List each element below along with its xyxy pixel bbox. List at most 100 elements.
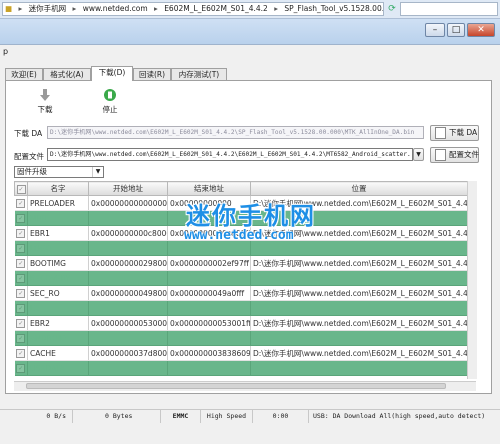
table-row[interactable]: ✓BOOTIMG0x00000000029800000x0000000002ef… (14, 255, 468, 271)
scatter-button[interactable]: 配置文件 (430, 147, 479, 163)
row-location[interactable]: D:\迷你手机网\www.netded.com\E602M_L_E602M_S0… (250, 285, 468, 301)
row-location[interactable]: D:\迷你手机网\www.netded.com\E602M_L_E602M_S0… (250, 315, 468, 331)
breadcrumb-item[interactable]: SP_Flash_Tool_v5.1528.00.000 (282, 4, 383, 13)
tab-download[interactable]: 下载(D) (91, 66, 133, 81)
header-start-address[interactable]: 开始地址 (88, 181, 168, 196)
row-location[interactable] (250, 270, 468, 286)
scrollbar-thumb[interactable] (26, 383, 446, 389)
status-bytes: 0 Bytes (72, 410, 160, 423)
scatter-dropdown-button[interactable]: ▼ (413, 148, 424, 161)
row-checkbox[interactable]: ✓ (16, 364, 26, 373)
refresh-icon[interactable]: ⟳ (386, 3, 398, 15)
row-start-address: 0x0000000005300000 (88, 315, 168, 331)
row-checkbox-cell[interactable]: ✓ (14, 255, 28, 271)
tab-format[interactable]: 格式化(A) (43, 68, 91, 80)
breadcrumb-separator: ▸ (18, 4, 23, 13)
row-end-address: 0x00000000053001ff (167, 315, 251, 331)
select-all-checkbox[interactable]: ✓ (16, 184, 26, 194)
row-checkbox-cell[interactable]: ✓ (14, 210, 28, 226)
tab-welcome[interactable]: 欢迎(E) (5, 68, 43, 80)
header-location[interactable]: 位置 (250, 181, 468, 196)
table-row[interactable]: ✓ ANDROID (14, 330, 468, 346)
maximize-button[interactable]: □ (447, 23, 465, 37)
row-checkbox[interactable]: ✓ (16, 199, 26, 208)
header-end-address[interactable]: 结束地址 (167, 181, 251, 196)
download-button[interactable]: 下载 (33, 88, 57, 115)
row-checkbox-cell[interactable]: ✓ (14, 270, 28, 286)
scatter-field[interactable]: D:\迷你手机网\www.netded.com\E602M_L_E602M_S0… (47, 148, 413, 161)
row-name: SEC_RO (27, 285, 89, 301)
row-checkbox-cell[interactable]: ✓ (14, 315, 28, 331)
breadcrumb-separator: ▸ (154, 4, 158, 13)
row-checkbox[interactable]: ✓ (16, 214, 26, 223)
row-start-address: 0x0000000000c80000 (88, 225, 168, 241)
status-storage: EMMC (160, 410, 200, 423)
search-input[interactable] (400, 2, 498, 16)
row-start-address (88, 210, 168, 226)
table-row[interactable]: ✓ USRDATA (14, 360, 468, 376)
row-name: ANDROID (27, 330, 89, 346)
table-row[interactable]: ✓CACHE0x0000000037d800000x00000000383860… (14, 345, 468, 361)
table-row[interactable]: ✓EBR20x00000000053000000x00000000053001f… (14, 315, 468, 331)
minimize-button[interactable]: – (425, 23, 445, 37)
row-checkbox[interactable]: ✓ (16, 334, 26, 343)
row-location[interactable]: D:\迷你手机网\www.netded.com\E602M_L_E602M_S0… (250, 255, 468, 271)
row-location[interactable] (250, 360, 468, 376)
row-location[interactable] (250, 300, 468, 316)
row-checkbox[interactable]: ✓ (16, 274, 26, 283)
header-checkbox[interactable]: ✓ (14, 181, 28, 196)
breadcrumb-item[interactable]: www.netded.com (81, 4, 150, 13)
row-end-address: 0x0000000002ef97ff (167, 255, 251, 271)
row-checkbox[interactable]: ✓ (16, 349, 26, 358)
row-checkbox-cell[interactable]: ✓ (14, 285, 28, 301)
row-checkbox-cell[interactable]: ✓ (14, 240, 28, 256)
status-speed: 0 B/s (46, 412, 66, 420)
title-bar: – □ ✕ (0, 19, 500, 45)
row-name: LK (27, 300, 89, 316)
row-checkbox-cell[interactable]: ✓ (14, 225, 28, 241)
table-row[interactable]: ✓SEC_RO0x00000000049800000x0000000049a0f… (14, 285, 468, 301)
row-start-address (88, 240, 168, 256)
row-end-address: 0x0000000038386093 (167, 345, 251, 361)
row-checkbox-cell[interactable]: ✓ (14, 360, 28, 376)
table-row[interactable]: ✓ LK (14, 300, 468, 316)
row-start-address (88, 360, 168, 376)
row-checkbox-cell[interactable]: ✓ (14, 330, 28, 346)
tab-readback[interactable]: 回读(R) (133, 68, 171, 80)
folder-icon: ■ (5, 4, 13, 13)
vertical-scrollbar[interactable] (467, 181, 477, 379)
close-button[interactable]: ✕ (467, 23, 495, 37)
chevron-down-icon: ▼ (416, 151, 421, 158)
header-name[interactable]: 名字 (27, 181, 89, 196)
row-checkbox[interactable]: ✓ (16, 259, 26, 268)
address-path[interactable]: ■ ▸ 迷你手机网 ▸ www.netded.com ▸ E602M_L_E60… (2, 2, 384, 16)
row-checkbox-cell[interactable]: ✓ (14, 300, 28, 316)
breadcrumb-separator: ▸ (72, 4, 77, 13)
row-checkbox[interactable]: ✓ (16, 319, 26, 328)
row-checkbox-cell[interactable]: ✓ (14, 195, 28, 211)
row-end-address (167, 360, 251, 376)
row-location[interactable] (250, 330, 468, 346)
row-checkbox[interactable]: ✓ (16, 244, 26, 253)
download-agent-field[interactable]: D:\迷你手机网\www.netded.com\E602M_L_E602M_S0… (47, 126, 424, 139)
table-header-row: ✓ 名字 开始地址 结束地址 位置 (14, 181, 468, 196)
status-time: 0:00 (252, 410, 308, 423)
row-location[interactable]: D:\迷你手机网\www.netded.com\E602M_L_E602M_S0… (250, 345, 468, 361)
horizontal-scrollbar[interactable] (14, 381, 476, 391)
row-end-address (167, 330, 251, 346)
menu-item-help[interactable]: p (3, 47, 8, 56)
row-checkbox[interactable]: ✓ (16, 304, 26, 313)
table-row[interactable]: ✓ RECOVERY (14, 270, 468, 286)
row-checkbox[interactable]: ✓ (16, 229, 26, 238)
mode-select[interactable]: 固件升级 ▼ (14, 166, 104, 178)
breadcrumb-item[interactable]: 迷你手机网 (27, 4, 69, 13)
row-start-address (88, 300, 168, 316)
download-agent-button[interactable]: 下载 DA (430, 125, 479, 141)
row-checkbox[interactable]: ✓ (16, 289, 26, 298)
tab-memory-test[interactable]: 内存测试(T) (171, 68, 227, 80)
breadcrumb-item[interactable]: E602M_L_E602M_S01_4.4.2 (162, 4, 270, 13)
status-bar: 0 B/s 0 Bytes EMMC High Speed 0:00 USB: … (0, 409, 500, 423)
row-checkbox-cell[interactable]: ✓ (14, 345, 28, 361)
row-start-address: 0x0000000037d80000 (88, 345, 168, 361)
stop-button[interactable]: 停止 (98, 88, 122, 115)
